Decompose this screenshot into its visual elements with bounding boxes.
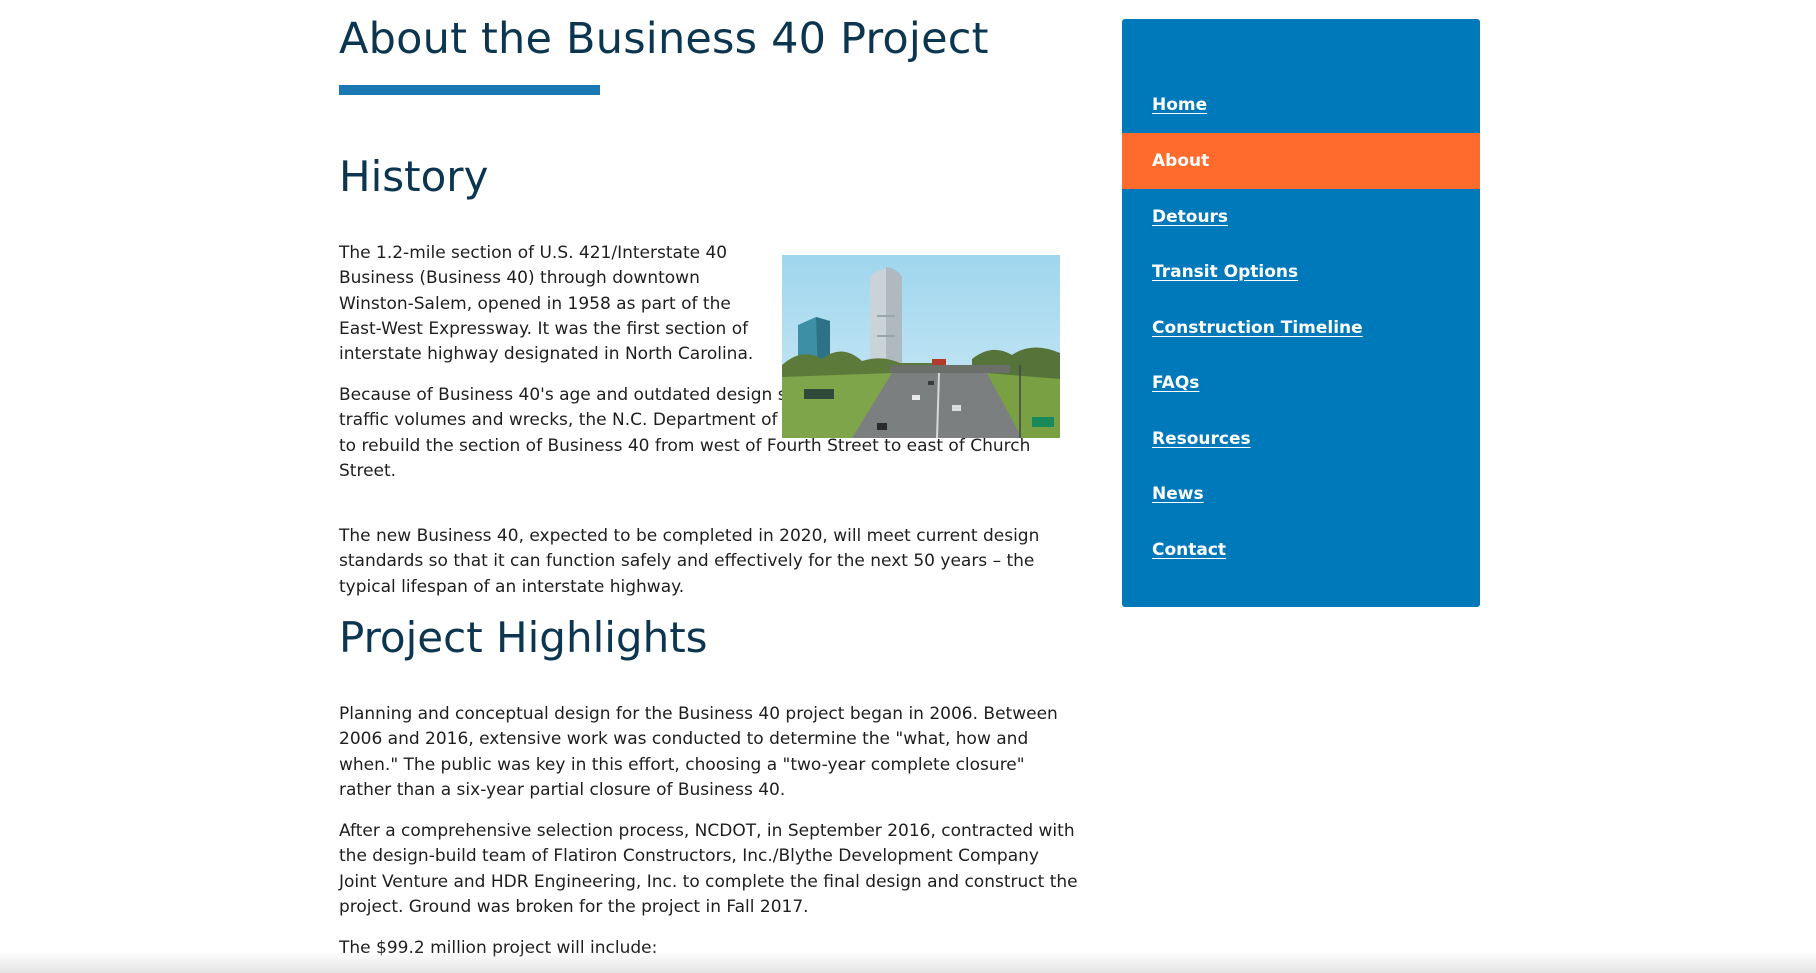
nav-link-transit-options[interactable]: Transit Options — [1152, 262, 1298, 282]
nav-link-home[interactable]: Home — [1152, 95, 1207, 115]
nav-item-transit-options: Transit Options — [1122, 244, 1480, 300]
nav-item-resources: Resources — [1122, 411, 1480, 467]
bottom-fade — [0, 951, 1816, 973]
page-title: About the Business 40 Project — [339, 14, 989, 64]
nav-item-news: News — [1122, 466, 1480, 522]
nav-item-home: Home — [1122, 77, 1480, 133]
history-paragraph-1: The 1.2-mile section of U.S. 421/Interst… — [339, 243, 754, 365]
nav-link-news[interactable]: News — [1152, 484, 1204, 504]
nav-item-about: About — [1122, 133, 1480, 189]
highway-skyline-photo — [782, 255, 1060, 438]
side-navigation: Home About Detours Transit Options Const… — [1122, 19, 1480, 607]
highlights-paragraph-1: Planning and conceptual design for the B… — [339, 704, 1058, 800]
nav-item-construction-timeline: Construction Timeline — [1122, 300, 1480, 356]
history-paragraph-3: The new Business 40, expected to be comp… — [339, 526, 1040, 597]
highlights-heading: Project Highlights — [339, 613, 708, 662]
nav-link-resources[interactable]: Resources — [1152, 429, 1251, 449]
nav-link-about[interactable]: About — [1152, 151, 1209, 171]
nav-link-faqs[interactable]: FAQs — [1152, 373, 1199, 393]
highlights-paragraph-2: After a comprehensive selection process,… — [339, 821, 1078, 917]
nav-item-faqs: FAQs — [1122, 355, 1480, 411]
nav-item-detours: Detours — [1122, 189, 1480, 245]
history-heading: History — [339, 152, 489, 201]
nav-item-contact: Contact — [1122, 522, 1480, 578]
nav-link-contact[interactable]: Contact — [1152, 540, 1226, 560]
nav-link-detours[interactable]: Detours — [1152, 207, 1228, 227]
title-underline — [339, 85, 600, 95]
nav-link-construction-timeline[interactable]: Construction Timeline — [1152, 318, 1363, 338]
